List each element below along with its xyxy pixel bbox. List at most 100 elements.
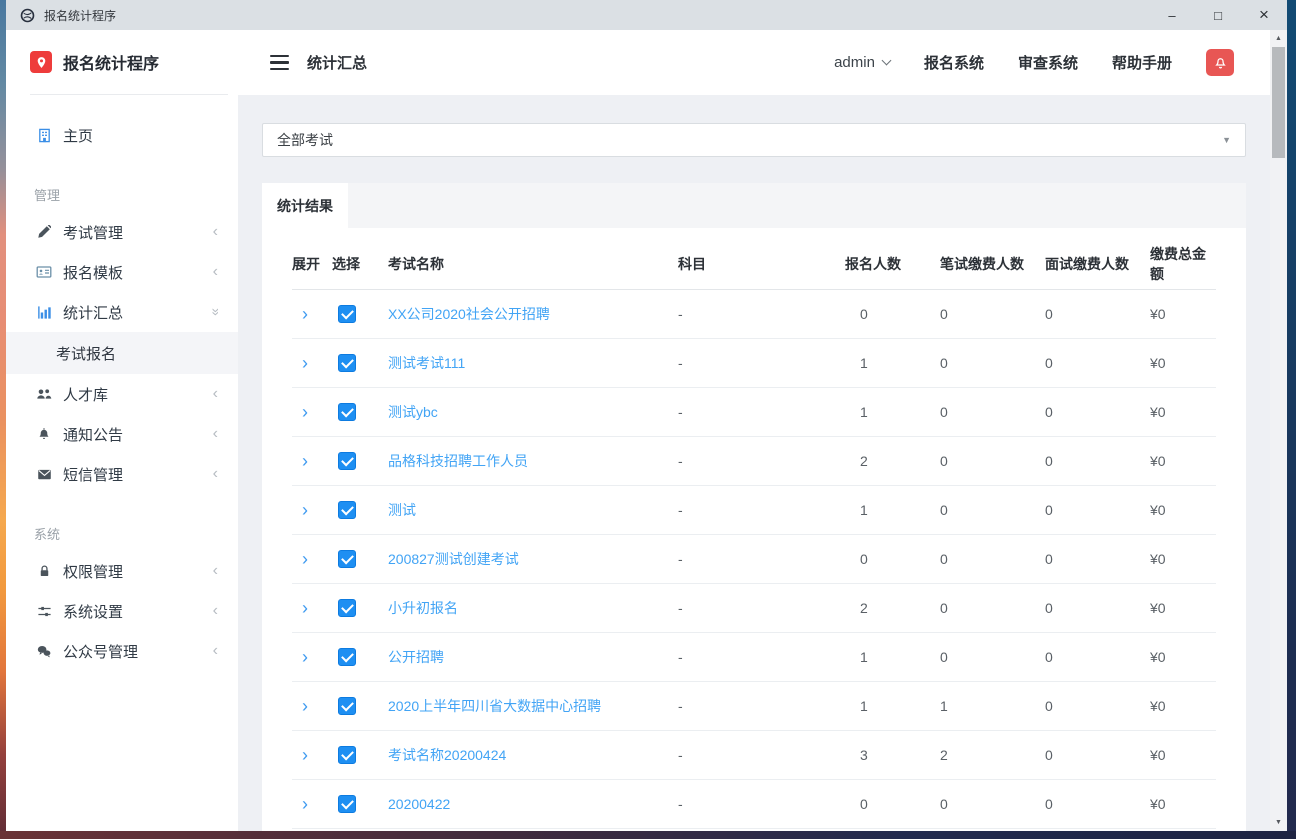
sidebar-subitem-exam-registration[interactable]: 考试报名 — [6, 332, 238, 374]
chevron-left-icon: ‹ — [212, 562, 218, 579]
row-checkbox[interactable] — [338, 599, 356, 618]
exam-name-link[interactable]: 2020上半年四川省大数据中心招聘 — [388, 698, 601, 714]
sidebar-item-exam-management[interactable]: 考试管理 ‹ — [6, 212, 238, 252]
expand-row-icon[interactable]: › — [302, 451, 308, 471]
written-paid-cell: 0 — [940, 796, 948, 812]
row-checkbox[interactable] — [338, 697, 356, 716]
applicants-cell: 1 — [860, 649, 868, 665]
subject-cell: - — [678, 649, 683, 665]
exam-name-link[interactable]: 200827测试创建考试 — [388, 551, 519, 567]
applicants-cell: 0 — [860, 306, 868, 322]
table-row: › 20200422 - 0 0 0 ¥0 — [292, 780, 1216, 829]
logo-pin-icon — [30, 51, 52, 73]
applicants-cell: 2 — [860, 600, 868, 616]
total-fee-cell: ¥0 — [1150, 404, 1166, 420]
sidebar-item-talent-pool[interactable]: 人才库 ‹ — [6, 374, 238, 414]
sidebar-item-statistics-summary[interactable]: 统计汇总 « — [6, 292, 238, 332]
scroll-down-icon[interactable]: ▼ — [1270, 819, 1287, 826]
exam-name-link[interactable]: 小升初报名 — [388, 600, 458, 616]
notification-bell-button[interactable] — [1206, 49, 1234, 76]
row-checkbox[interactable] — [338, 403, 356, 422]
lock-icon — [36, 564, 52, 578]
exam-name-link[interactable]: 测试考试111 — [388, 355, 465, 371]
wallpaper-right-strip — [1287, 0, 1296, 839]
expand-row-icon[interactable]: › — [302, 647, 308, 667]
row-checkbox[interactable] — [338, 550, 356, 569]
written-paid-cell: 0 — [940, 306, 948, 322]
user-dropdown[interactable]: admin — [834, 54, 892, 71]
table-row: › 公开招聘 - 1 0 0 ¥0 — [292, 633, 1216, 682]
subject-cell: - — [678, 355, 683, 371]
subject-cell: - — [678, 453, 683, 469]
exam-filter-select[interactable]: 全部考试 ▼ — [262, 123, 1246, 157]
minimize-button[interactable]: – — [1149, 0, 1195, 30]
subject-cell: - — [678, 698, 683, 714]
row-checkbox[interactable] — [338, 452, 356, 471]
col-subject: 科目 — [678, 255, 706, 272]
table-row: › 200827测试创建考试 - 0 0 0 ¥0 — [292, 535, 1216, 584]
expand-row-icon[interactable]: › — [302, 549, 308, 569]
row-checkbox[interactable] — [338, 648, 356, 667]
applicants-cell: 1 — [860, 355, 868, 371]
select-caret-icon: ▼ — [1222, 135, 1231, 145]
expand-row-icon[interactable]: › — [302, 500, 308, 520]
table-row: › 测试考试111 - 1 0 0 ¥0 — [292, 339, 1216, 388]
scrollbar-thumb[interactable] — [1272, 47, 1285, 158]
table-row: › 测试ybc - 1 0 0 ¥0 — [292, 388, 1216, 437]
sidebar-item-home[interactable]: 主页 — [6, 115, 238, 155]
chevron-left-icon: ‹ — [212, 602, 218, 619]
total-fee-cell: ¥0 — [1150, 502, 1166, 518]
wallpaper-bottom-strip — [0, 831, 1296, 839]
sidebar-item-sms-management[interactable]: 短信管理 ‹ — [6, 454, 238, 494]
exam-name-link[interactable]: 测试ybc — [388, 404, 438, 420]
table-body: › XX公司2020社会公开招聘 - 0 0 0 ¥0 › 测试考试111 - … — [292, 290, 1216, 829]
page-title: 统计汇总 — [307, 55, 368, 72]
subject-cell: - — [678, 502, 683, 518]
hamburger-menu-icon[interactable] — [270, 54, 289, 71]
row-checkbox[interactable] — [338, 746, 356, 765]
sliders-icon — [36, 604, 52, 619]
row-checkbox[interactable] — [338, 305, 356, 324]
row-checkbox[interactable] — [338, 354, 356, 373]
interview-paid-cell: 0 — [1045, 796, 1053, 812]
exam-name-link[interactable]: 品格科技招聘工作人员 — [388, 453, 528, 469]
expand-row-icon[interactable]: › — [302, 353, 308, 373]
app-window: 报名统计程序 – □ × 报名统计程序 主页 管理 考试管理 ‹ 报名模板 ‹ … — [6, 0, 1287, 831]
sidebar-item-registration-template[interactable]: 报名模板 ‹ — [6, 252, 238, 292]
maximize-button[interactable]: □ — [1195, 0, 1241, 30]
sidebar-item-official-account[interactable]: 公众号管理 ‹ — [6, 631, 238, 671]
exam-name-link[interactable]: 测试 — [388, 502, 416, 518]
exam-name-link[interactable]: 公开招聘 — [388, 649, 444, 665]
total-fee-cell: ¥0 — [1150, 747, 1166, 763]
vertical-scrollbar[interactable]: ▲ ▼ — [1270, 30, 1287, 831]
nav-review-system[interactable]: 审查系统 — [1018, 52, 1078, 73]
row-checkbox[interactable] — [338, 795, 356, 814]
sidebar-item-label: 通知公告 — [63, 426, 124, 444]
expand-row-icon[interactable]: › — [302, 794, 308, 814]
written-paid-cell: 0 — [940, 551, 948, 567]
row-checkbox[interactable] — [338, 501, 356, 520]
scroll-up-icon[interactable]: ▲ — [1270, 35, 1287, 42]
nav-registration-system[interactable]: 报名系统 — [924, 52, 984, 73]
expand-row-icon[interactable]: › — [302, 745, 308, 765]
id-card-icon — [36, 264, 52, 280]
expand-row-icon[interactable]: › — [302, 696, 308, 716]
exam-name-link[interactable]: XX公司2020社会公开招聘 — [388, 306, 550, 322]
expand-row-icon[interactable]: › — [302, 598, 308, 618]
interview-paid-cell: 0 — [1045, 404, 1053, 420]
sidebar-item-label: 系统设置 — [63, 603, 124, 621]
table-row: › 品格科技招聘工作人员 - 2 0 0 ¥0 — [292, 437, 1216, 486]
total-fee-cell: ¥0 — [1150, 306, 1166, 322]
close-button[interactable]: × — [1241, 0, 1287, 30]
expand-row-icon[interactable]: › — [302, 402, 308, 422]
nav-help-manual[interactable]: 帮助手册 — [1112, 52, 1172, 73]
sidebar-item-permission-management[interactable]: 权限管理 ‹ — [6, 551, 238, 591]
col-written-paid: 笔试缴费人数 — [940, 255, 1024, 272]
applicants-cell: 1 — [860, 698, 868, 714]
exam-name-link[interactable]: 考试名称20200424 — [388, 747, 506, 763]
tab-statistics-results[interactable]: 统计结果 — [262, 183, 348, 228]
sidebar-item-notices[interactable]: 通知公告 ‹ — [6, 414, 238, 454]
exam-name-link[interactable]: 20200422 — [388, 796, 450, 812]
sidebar-item-system-settings[interactable]: 系统设置 ‹ — [6, 591, 238, 631]
expand-row-icon[interactable]: › — [302, 304, 308, 324]
